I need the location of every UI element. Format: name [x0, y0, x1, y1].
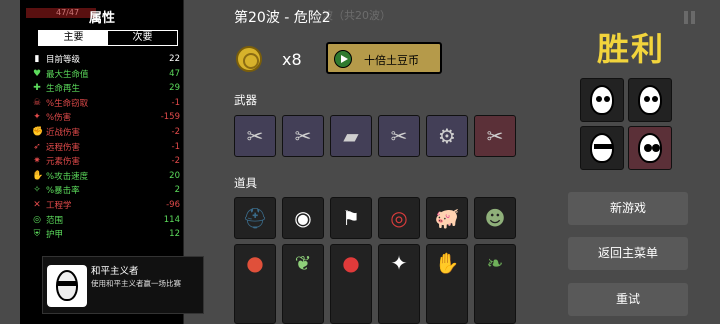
lifesteal-icon: ☠	[32, 97, 42, 108]
stat-label: 近战伤害	[46, 128, 81, 138]
scissors-icon-3[interactable]: ✂	[474, 115, 516, 157]
stat-value: 22	[169, 54, 180, 64]
stat-value: 114	[163, 214, 180, 225]
stat-label: %伤害	[46, 113, 72, 124]
ten-times-coin-label: 十倍土豆币	[364, 54, 419, 67]
stat-label: %攻击速度	[46, 171, 89, 182]
crit-icon: ✧	[33, 185, 41, 196]
pig-icon[interactable]: 🐖	[426, 197, 468, 239]
stat-value: 47	[169, 68, 180, 79]
damage-icon: ✦	[33, 112, 41, 123]
stat-row[interactable]: ➶ 远程伤害 -1	[32, 140, 180, 154]
stat-label: 元素伤害	[46, 157, 81, 168]
stat-label: %生命窃取	[46, 98, 89, 109]
elemental-icon: ✷	[33, 156, 41, 167]
engineering-icon: ✕	[33, 200, 41, 210]
pacifist-egg-icon	[47, 265, 87, 307]
stats-title: 属性	[88, 11, 115, 26]
main-menu-button[interactable]: 返回主菜单	[568, 237, 688, 270]
stat-label: 护甲	[46, 230, 64, 241]
ranged-icon: ➶	[33, 141, 41, 152]
zombie-icon[interactable]: ☻	[474, 197, 516, 239]
stat-row[interactable]: ◎ 范围 114	[32, 213, 180, 227]
goofy-egg-icon[interactable]	[580, 78, 624, 122]
victory-title: 胜利	[597, 30, 666, 68]
tooltip-description: 使用和平主义者赢一场比赛	[91, 279, 181, 288]
weapons-heading: 武器	[234, 93, 257, 107]
tab-secondary[interactable]: 次要	[108, 31, 177, 45]
saw-blade-icon[interactable]: ⚙	[426, 115, 468, 157]
range-icon: ◎	[33, 214, 41, 225]
ten-times-coin-button[interactable]: 十倍土豆币	[326, 42, 442, 74]
wave-counter-faded: 波（共20波）	[322, 9, 391, 22]
claw-icon[interactable]: ✦	[378, 244, 420, 324]
boxing-glove-icon[interactable]: ●	[330, 244, 372, 324]
stat-label: 生命再生	[46, 84, 81, 95]
stat-label: 目前等级	[46, 55, 81, 65]
new-game-button[interactable]: 新游戏	[568, 192, 688, 225]
heart-icon: ♥	[32, 68, 42, 79]
panda-egg-icon[interactable]	[628, 126, 672, 170]
ninja-egg-icon[interactable]: ◉	[282, 197, 324, 239]
stat-label: 最大生命值	[46, 69, 89, 80]
level-icon: ▮	[34, 54, 40, 64]
stat-row[interactable]: ☠ %生命窃取 -1	[32, 96, 180, 110]
stat-row[interactable]: ⛨ 护甲 12	[32, 227, 180, 241]
stat-value: -96	[166, 200, 180, 210]
stats-tabs: 主要 次要	[38, 30, 178, 46]
retry-button[interactable]: 重试	[568, 283, 688, 316]
stat-label: 工程学	[46, 201, 72, 211]
stat-value: -159	[160, 112, 180, 123]
stat-value: 20	[169, 170, 180, 181]
stat-label: 远程伤害	[46, 142, 81, 153]
stat-value: 2	[174, 185, 180, 196]
attack-speed-icon: ✋	[32, 170, 44, 181]
items-heading: 道具	[234, 176, 257, 190]
stat-label: 范围	[46, 215, 64, 226]
scissors-icon-2[interactable]: ✂	[378, 115, 420, 157]
stat-row[interactable]: ♥ 最大生命值 47	[32, 67, 180, 81]
tooltip-title: 和平主义者	[91, 266, 139, 277]
tomato-icon[interactable]: ●	[234, 244, 276, 324]
stat-row[interactable]: ✕ 工程学 -96	[32, 198, 180, 212]
stat-row[interactable]: ✚ 生命再生 29	[32, 81, 180, 95]
stat-value: 29	[169, 83, 180, 94]
stat-row[interactable]: ▮ 目前等级 22	[32, 52, 180, 66]
plant-icon[interactable]: ❦	[282, 244, 324, 324]
coin-count: x8	[282, 50, 302, 69]
stat-row[interactable]: ✋ %攻击速度 20	[32, 169, 180, 183]
pliers-icon[interactable]: ✂	[234, 115, 276, 157]
character-tooltip: 和平主义者 使用和平主义者赢一场比赛	[42, 256, 204, 314]
life-ring-icon[interactable]: ◎	[378, 197, 420, 239]
stat-value: -2	[171, 156, 180, 167]
sprout-icon[interactable]: ❧	[474, 244, 516, 324]
stat-label: %暴击率	[46, 186, 80, 197]
white-flag-icon[interactable]: ⚑	[330, 197, 372, 239]
tab-primary[interactable]: 主要	[39, 31, 108, 45]
masked-egg-icon[interactable]	[580, 126, 624, 170]
stat-row[interactable]: ✊ 近战伤害 -2	[32, 125, 180, 139]
scissors-icon[interactable]: ✂	[282, 115, 324, 157]
stat-row[interactable]: ✧ %暴击率 2	[32, 183, 180, 197]
spotted-egg-icon[interactable]	[628, 78, 672, 122]
taser-icon[interactable]: ▰	[330, 115, 372, 157]
stat-value: 12	[169, 229, 180, 240]
coin-icon	[236, 46, 262, 72]
wave-title: 第20波 - 危险2	[234, 10, 331, 26]
stat-row[interactable]: ✦ %伤害 -159	[32, 110, 180, 124]
regen-icon: ✚	[33, 83, 41, 94]
stat-value: -1	[171, 141, 180, 152]
play-video-icon	[334, 50, 352, 68]
stat-value: -2	[171, 127, 180, 137]
stat-row[interactable]: ✷ 元素伤害 -2	[32, 154, 180, 168]
melee-icon: ✊	[32, 127, 44, 137]
stat-value: -1	[171, 97, 180, 108]
helmet-icon[interactable]: ⛑	[234, 197, 276, 239]
pause-icon[interactable]	[684, 9, 698, 24]
armor-icon: ⛨	[33, 229, 41, 240]
hand-icon[interactable]: ✋	[426, 244, 468, 324]
